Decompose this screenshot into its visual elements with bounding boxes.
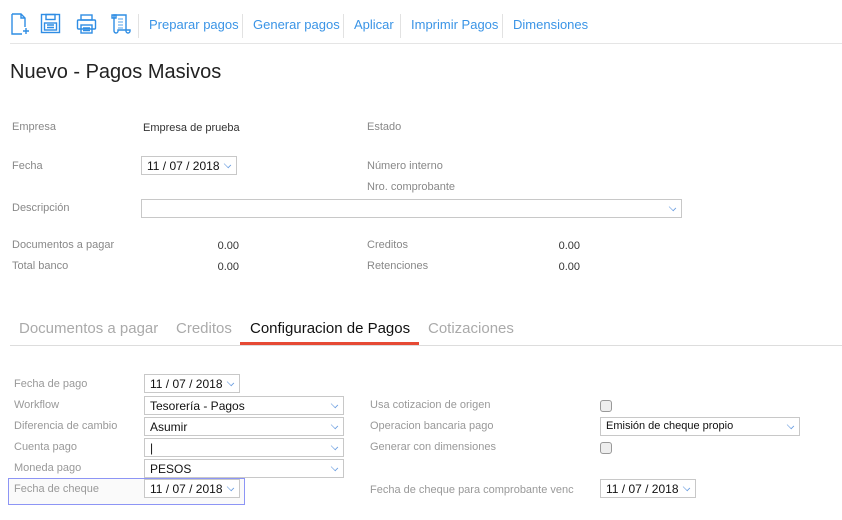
empresa-label: Empresa	[12, 121, 57, 133]
diferencia-cambio-label: Diferencia de cambio	[14, 420, 118, 432]
toolbar-divider	[502, 14, 503, 38]
diferencia-cambio-select[interactable]: Asumir	[144, 417, 344, 436]
fecha-cheque-venc-label: Fecha de cheque para comprobante venc	[370, 484, 574, 496]
tab-cotizaciones[interactable]: Cotizaciones	[428, 320, 514, 337]
total-banco-label: Total banco	[12, 260, 69, 272]
creditos-label: Creditos	[367, 239, 408, 251]
fecha-date-picker[interactable]: 11 / 07 / 2018	[141, 156, 237, 175]
cuenta-pago-value: |	[150, 441, 154, 455]
retenciones-label: Retenciones	[367, 260, 429, 272]
fecha-cheque-venc-date-picker[interactable]: 11 / 07 / 2018	[600, 479, 696, 498]
toolbar-divider-line	[10, 43, 842, 44]
creditos-value: 0.00	[558, 240, 580, 252]
tab-creditos[interactable]: Creditos	[176, 320, 232, 337]
page-title: Nuevo - Pagos Masivos	[10, 61, 222, 83]
descripcion-label: Descripción	[12, 202, 70, 214]
moneda-pago-select[interactable]: PESOS	[144, 459, 344, 478]
usa-cotizacion-checkbox[interactable]	[600, 400, 612, 412]
generar-dimensiones-label: Generar con dimensiones	[370, 441, 496, 453]
documentos-label: Documentos a pagar	[12, 239, 115, 251]
cuenta-pago-input[interactable]: |	[144, 438, 344, 457]
operacion-bancaria-label: Operacion bancaria pago	[370, 420, 494, 432]
moneda-pago-label: Moneda pago	[14, 462, 82, 474]
operacion-bancaria-select[interactable]: Emisión de cheque propio	[600, 417, 800, 436]
empresa-value: Empresa de prueba	[143, 122, 240, 134]
chevron-down-icon	[330, 400, 339, 409]
cuenta-pago-label: Cuenta pago	[14, 441, 77, 453]
moneda-pago-value: PESOS	[150, 462, 192, 476]
generar-dimensiones-checkbox[interactable]	[600, 442, 612, 454]
chevron-down-icon	[330, 442, 339, 451]
save-icon[interactable]	[40, 13, 62, 35]
numero-interno-label: Número interno	[367, 160, 443, 172]
chevron-down-icon	[330, 421, 339, 430]
scroll-icon[interactable]	[111, 13, 133, 35]
aplicar-button[interactable]: Aplicar	[354, 17, 394, 32]
usa-cotizacion-label: Usa cotizacion de origen	[370, 399, 491, 411]
chevron-down-icon	[226, 378, 235, 387]
total-banco-value: 0.00	[217, 261, 239, 273]
chevron-down-icon	[786, 421, 795, 430]
chevron-down-icon	[330, 463, 339, 472]
fecha-pago-date-picker[interactable]: 11 / 07 / 2018	[144, 374, 240, 393]
chevron-down-icon	[226, 483, 235, 492]
fecha-cheque-date-picker[interactable]: 11 / 07 / 2018	[144, 479, 240, 498]
fecha-pago-label: Fecha de pago	[14, 378, 88, 390]
fecha-cheque-label: Fecha de cheque	[14, 483, 100, 495]
toolbar-divider	[400, 14, 401, 38]
preparar-pagos-button[interactable]: Preparar pagos	[149, 17, 239, 32]
workflow-value: Tesorería - Pagos	[150, 399, 245, 413]
toolbar-divider	[242, 14, 243, 38]
retenciones-value: 0.00	[558, 261, 580, 273]
fecha-cheque-value: 11 / 07 / 2018	[150, 482, 223, 496]
new-document-icon[interactable]	[10, 13, 32, 35]
toolbar-divider	[343, 14, 344, 38]
imprimir-pagos-button[interactable]: Imprimir Pagos	[411, 17, 498, 32]
print-icon[interactable]	[76, 13, 98, 35]
active-tab-indicator	[240, 342, 419, 345]
tab-configuracion-de-pagos[interactable]: Configuracion de Pagos	[250, 320, 410, 337]
operacion-bancaria-value: Emisión de cheque propio	[606, 420, 734, 432]
diferencia-cambio-value: Asumir	[150, 420, 188, 434]
fecha-cheque-venc-value: 11 / 07 / 2018	[606, 482, 679, 496]
workflow-label: Workflow	[14, 399, 60, 411]
fecha-pago-value: 11 / 07 / 2018	[150, 377, 223, 391]
toolbar-divider	[138, 14, 139, 38]
fecha-value: 11 / 07 / 2018	[147, 159, 220, 173]
tab-documentos-a-pagar[interactable]: Documentos a pagar	[19, 320, 158, 337]
chevron-down-icon	[668, 203, 677, 212]
documentos-value: 0.00	[217, 240, 239, 252]
dimensiones-button[interactable]: Dimensiones	[513, 17, 588, 32]
descripcion-select[interactable]	[141, 199, 682, 218]
fecha-label: Fecha	[12, 160, 43, 172]
tab-divider	[10, 345, 842, 346]
chevron-down-icon	[682, 483, 691, 492]
workflow-select[interactable]: Tesorería - Pagos	[144, 396, 344, 415]
chevron-down-icon	[223, 160, 232, 169]
estado-label: Estado	[367, 121, 402, 133]
generar-pagos-button[interactable]: Generar pagos	[253, 17, 340, 32]
nro-comprobante-label: Nro. comprobante	[367, 181, 456, 193]
